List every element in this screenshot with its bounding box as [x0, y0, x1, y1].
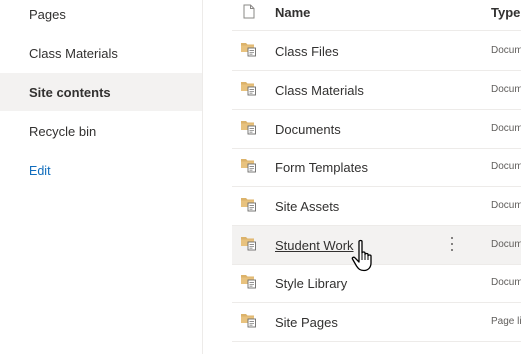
nav-edit-link[interactable]: Edit: [0, 152, 202, 190]
list-row[interactable]: Documents Document library: [232, 110, 521, 149]
nav-item-label: Class Materials: [29, 45, 118, 61]
row-name-link[interactable]: Style Library: [275, 276, 347, 291]
list-row[interactable]: Class Materials Document library: [232, 71, 521, 110]
row-name-link[interactable]: Documents: [275, 122, 341, 137]
nav-edit-label: Edit: [29, 164, 51, 178]
column-header-name[interactable]: Name: [275, 5, 310, 20]
file-type-header-icon[interactable]: [243, 4, 255, 19]
nav-item-site-contents[interactable]: Site contents: [0, 73, 202, 111]
row-type-text: Page library: [491, 316, 521, 327]
row-type-text: Document library: [491, 161, 521, 172]
document-library-icon: [241, 82, 256, 96]
list-row[interactable]: Form Templates Document library: [232, 148, 521, 187]
more-actions-icon[interactable]: [447, 235, 457, 253]
nav-item-pages[interactable]: Pages: [0, 0, 202, 33]
column-header-type[interactable]: Type: [491, 5, 520, 20]
row-type-text: Document library: [491, 45, 521, 56]
nav-item-class-materials[interactable]: Class Materials: [0, 34, 202, 72]
nav-item-label: Recycle bin: [29, 123, 97, 139]
document-library-icon: [241, 275, 256, 289]
document-library-icon: [241, 43, 256, 57]
list-row[interactable]: Site Pages Page library: [232, 303, 521, 342]
row-type-text: Document library: [491, 239, 521, 250]
row-name-link[interactable]: Form Templates: [275, 160, 368, 175]
hand-pointer-cursor-icon: [351, 239, 372, 272]
list-row[interactable]: Site Assets Document library: [232, 187, 521, 226]
row-type-text: Document library: [491, 200, 521, 211]
row-name-link[interactable]: Class Materials: [275, 83, 364, 98]
document-library-icon: [241, 237, 256, 251]
row-name-link[interactable]: Site Pages: [275, 315, 338, 330]
row-type-text: Document library: [491, 84, 521, 95]
row-type-text: Document library: [491, 277, 521, 288]
row-name-link[interactable]: Student Work: [275, 238, 354, 253]
row-name-link[interactable]: Site Assets: [275, 199, 339, 214]
row-name-link[interactable]: Class Files: [275, 44, 339, 59]
list-row[interactable]: Class Files Document library: [232, 32, 521, 71]
row-type-text: Document library: [491, 123, 521, 134]
nav-item-recycle-bin[interactable]: Recycle bin: [0, 112, 202, 150]
site-contents-list: Name Type Class FilesDocument libraryCla…: [232, 0, 521, 354]
document-library-icon: [241, 314, 256, 328]
left-navigation: Pages Class Materials Site contents Recy…: [0, 0, 203, 354]
document-library-icon: [241, 159, 256, 173]
nav-item-label: Site contents: [29, 84, 111, 100]
list-header: Name Type: [232, 0, 521, 31]
document-library-icon: [241, 121, 256, 135]
document-library-icon: [241, 198, 256, 212]
nav-item-label: Pages: [29, 6, 66, 22]
